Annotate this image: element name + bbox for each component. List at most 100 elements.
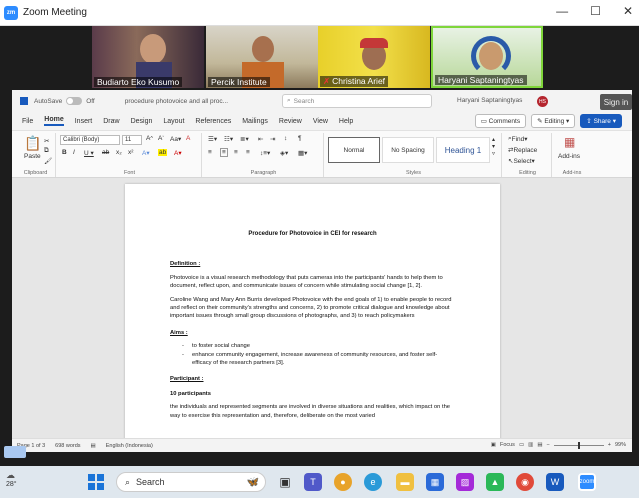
line-spacing-icon[interactable]: ↕≡▾ [260, 149, 270, 157]
focus-button[interactable]: Focus [500, 442, 515, 448]
windows-start-icon[interactable] [88, 474, 104, 490]
file-explorer-icon[interactable]: ▬ [396, 473, 414, 491]
language[interactable]: English (Indonesia) [106, 443, 153, 449]
text-effects-button[interactable]: A▾ [142, 149, 150, 157]
style-normal[interactable]: Normal [328, 137, 380, 163]
app-icon[interactable]: ▨ [456, 473, 474, 491]
chrome-icon[interactable]: ◉ [516, 473, 534, 491]
increase-indent-icon[interactable]: ⇥ [270, 135, 275, 143]
tab-home[interactable]: Home [44, 116, 64, 126]
tab-design[interactable]: Design [131, 118, 153, 125]
editing-mode-button[interactable]: ✎ Editing ▾ [531, 114, 576, 128]
highlight-button[interactable]: ab [158, 149, 168, 156]
tab-mailings[interactable]: Mailings [242, 118, 268, 125]
tab-draw[interactable]: Draw [103, 118, 119, 125]
zoom-slider[interactable] [553, 441, 604, 449]
shrink-font-button[interactable]: Aˇ [158, 135, 164, 142]
focus-icon[interactable]: ▣ [491, 442, 496, 448]
share-button[interactable]: ⇪ Share ▾ [580, 114, 622, 128]
align-left-icon[interactable]: ≡ [208, 149, 212, 156]
subscript-button[interactable]: x₂ [116, 149, 122, 156]
tab-insert[interactable]: Insert [75, 118, 93, 125]
zoom-in-button[interactable]: + [608, 442, 611, 448]
avatar[interactable]: HS [537, 96, 548, 107]
align-right-icon[interactable]: ≡ [234, 149, 238, 156]
proofing-icon[interactable]: ▤ [91, 443, 96, 449]
sort-icon[interactable]: ↕ [284, 135, 287, 142]
taskbar-search[interactable]: ⌕ Search 🦋 [116, 472, 266, 492]
maximize-button[interactable]: ☐ [590, 4, 601, 18]
participant-tile[interactable]: ✗ Christina Arief [318, 26, 430, 88]
styles-scroll-icon[interactable]: ▴ ▾ ▿ [492, 137, 495, 158]
multilevel-list-icon[interactable]: ≣▾ [240, 135, 249, 143]
zoom-app-icon[interactable]: zoom [578, 473, 596, 491]
bullets-icon[interactable]: ☰▾ [208, 135, 217, 143]
select-button[interactable]: ↖ Select ▾ [508, 157, 535, 166]
task-view-icon[interactable]: ▣ [276, 473, 294, 491]
copy-icon[interactable]: ⧉ [44, 147, 49, 155]
style-no-spacing[interactable]: No Spacing [382, 137, 434, 163]
format-painter-icon[interactable]: 🖌 [44, 157, 52, 165]
signin-button[interactable]: Sign in [600, 94, 632, 110]
store-icon[interactable]: ▦ [426, 473, 444, 491]
borders-icon[interactable]: ▦▾ [298, 149, 307, 157]
minimize-button[interactable]: — [556, 4, 568, 18]
style-heading-1[interactable]: Heading 1 [436, 137, 490, 163]
participant-tile[interactable]: Budiarto Eko Kusumo [92, 26, 204, 88]
clear-format-icon[interactable]: A [186, 135, 190, 142]
addins-button[interactable]: Add-ins [558, 153, 580, 160]
word-count[interactable]: 698 words [55, 443, 80, 449]
tab-review[interactable]: Review [279, 118, 302, 125]
edge-icon[interactable]: e [364, 473, 382, 491]
tab-file[interactable]: File [22, 118, 33, 125]
find-label: Find [511, 135, 525, 143]
cut-icon[interactable]: ✂ [44, 137, 49, 145]
change-case-button[interactable]: Aa▾ [170, 135, 181, 143]
bold-button[interactable]: B [62, 149, 67, 156]
comments-button[interactable]: ▭ Comments [474, 114, 527, 128]
shading-icon[interactable]: ◈▾ [280, 149, 288, 157]
print-layout-icon[interactable]: ▥ [528, 442, 533, 448]
web-layout-icon[interactable]: ▤ [537, 442, 542, 448]
align-center-icon[interactable]: ≡ [220, 148, 228, 157]
grow-font-button[interactable]: A ^ [146, 135, 153, 142]
justify-icon[interactable]: ≡ [246, 149, 250, 156]
tab-layout[interactable]: Layout [163, 118, 184, 125]
search-box[interactable]: ⌕ Search [282, 94, 432, 108]
italic-button[interactable]: I [73, 149, 75, 156]
superscript-button[interactable]: x² [128, 149, 133, 156]
replace-button[interactable]: ⇄ Replace [508, 146, 537, 155]
drive-icon[interactable]: ▲ [486, 473, 504, 491]
addins-icon[interactable]: ▦ [564, 135, 575, 149]
autosave-toggle[interactable] [66, 97, 83, 105]
participant-tile-active[interactable]: Haryani Saptaningtyas [431, 26, 543, 88]
font-size-select[interactable]: 11 [122, 135, 142, 145]
notification-icon[interactable] [4, 446, 26, 458]
word-window: AutoSave Off procedure photovoice and al… [12, 90, 632, 452]
zoom-out-button[interactable]: − [547, 442, 550, 448]
participant-tile[interactable]: Percik Institute [206, 26, 318, 88]
document-page[interactable]: Procedure for Photovoice in CEI for rese… [125, 184, 500, 438]
weather-widget[interactable]: ☁ 28° [6, 470, 17, 488]
paste-icon[interactable]: 📋 [24, 135, 41, 152]
decrease-indent-icon[interactable]: ⇤ [258, 135, 263, 143]
tab-view[interactable]: View [313, 118, 328, 125]
font-name-select[interactable]: Calibri (Body) [60, 135, 120, 145]
teams-icon[interactable]: T [304, 473, 322, 491]
search-icon: ⌕ [125, 476, 131, 487]
show-marks-icon[interactable]: ¶ [298, 135, 302, 142]
word-icon[interactable]: W [546, 473, 564, 491]
tab-references[interactable]: References [195, 118, 231, 125]
firefox-icon[interactable]: ● [334, 473, 352, 491]
read-mode-icon[interactable]: ▭ [519, 442, 524, 448]
paste-button[interactable]: Paste [24, 153, 41, 160]
find-button[interactable]: ⌕ Find ▾ [508, 135, 528, 143]
underline-button[interactable]: U ▾ [84, 149, 94, 157]
tab-help[interactable]: Help [339, 118, 353, 125]
font-group: Calibri (Body) 11 A ^ Aˇ Aa▾ A B I U ▾ ab… [58, 133, 202, 177]
font-color-button[interactable]: A▾ [174, 149, 182, 157]
close-button[interactable]: ✕ [623, 4, 633, 18]
zoom-level[interactable]: 99% [615, 442, 626, 448]
strikethrough-button[interactable]: ab [102, 149, 109, 156]
numbering-icon[interactable]: ☷▾ [224, 135, 233, 143]
